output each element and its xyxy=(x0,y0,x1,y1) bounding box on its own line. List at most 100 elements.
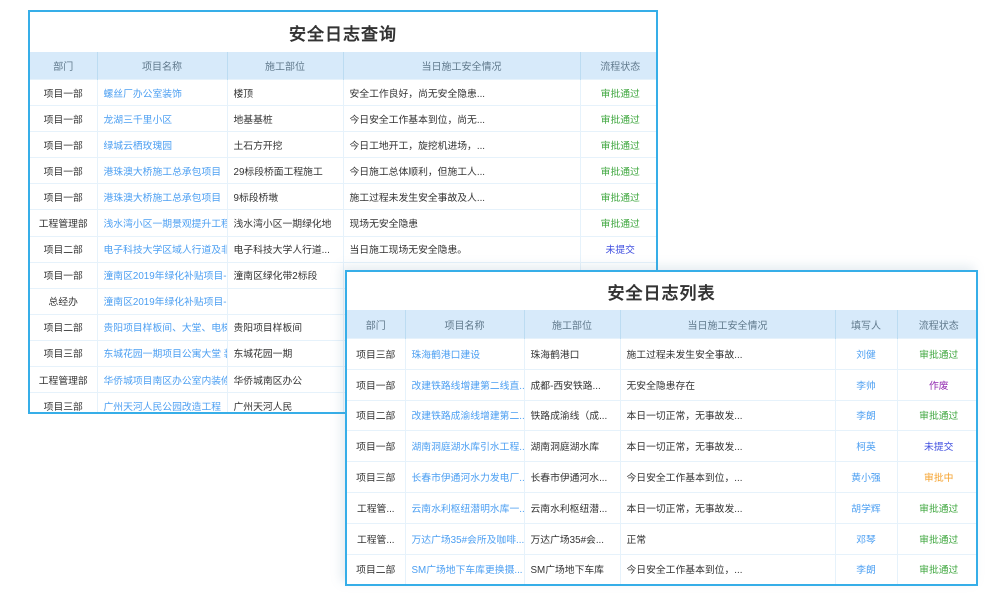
table-row: 项目一部湖南洞庭湖水库引水工程...湖南洞庭湖水库本日一切正常，无事故发...柯… xyxy=(347,431,978,462)
filler-name-link[interactable]: 邓琴 xyxy=(835,523,897,554)
table-row: 项目一部港珠澳大桥施工总承包项目29标段桥面工程施工今日施工总体顺利，但施工人.… xyxy=(30,158,658,184)
table-row: 工程管...云南水利枢纽潜明水库一...云南水利枢纽潜...本日一切正常，无事故… xyxy=(347,492,978,523)
table-cell: 珠海鹤港口 xyxy=(524,339,620,370)
table-cell: 项目一部 xyxy=(347,369,405,400)
table-cell: 项目三部 xyxy=(30,340,97,366)
table-cell: 项目二部 xyxy=(347,400,405,431)
status-text: 未提交 xyxy=(580,236,658,262)
project-link[interactable]: 万达广场35#会所及咖啡... xyxy=(405,523,524,554)
column-header: 施工部位 xyxy=(524,310,620,339)
table-cell: 总经办 xyxy=(30,288,97,314)
table-cell: 潼南区绿化带2标段 xyxy=(227,262,343,288)
table-cell: 项目一部 xyxy=(30,184,97,210)
table-cell: 东城花园一期 xyxy=(227,340,343,366)
filler-name-link[interactable]: 刘健 xyxy=(835,339,897,370)
status-text: 审批通过 xyxy=(897,400,978,431)
column-header: 项目名称 xyxy=(405,310,524,339)
status-text: 审批通过 xyxy=(580,132,658,158)
query-panel-title: 安全日志查询 xyxy=(30,12,656,52)
column-header: 流程状态 xyxy=(580,52,658,80)
table-cell: 今日安全工作基本到位，... xyxy=(620,554,835,584)
column-header: 当日施工安全情况 xyxy=(620,310,835,339)
project-link[interactable]: 浅水湾小区一期景观提升工程 xyxy=(97,210,227,236)
table-cell: 本日一切正常，无事故发... xyxy=(620,400,835,431)
table-cell: 项目一部 xyxy=(30,262,97,288)
column-header: 流程状态 xyxy=(897,310,978,339)
table-cell: 项目三部 xyxy=(347,339,405,370)
status-text: 作废 xyxy=(897,369,978,400)
filler-name-link[interactable]: 柯英 xyxy=(835,431,897,462)
safety-log-list-panel: 安全日志列表 部门项目名称施工部位当日施工安全情况填写人流程状态项目三部珠海鹤港… xyxy=(345,270,978,586)
list-table: 部门项目名称施工部位当日施工安全情况填写人流程状态项目三部珠海鹤港口建设珠海鹤港… xyxy=(347,310,978,584)
table-row: 项目三部长春市伊通河水力发电厂...长春市伊通河水...今日安全工作基本到位，.… xyxy=(347,462,978,493)
project-link[interactable]: 龙湖三千里小区 xyxy=(97,106,227,132)
column-header: 部门 xyxy=(30,52,97,80)
table-cell: 项目二部 xyxy=(30,314,97,340)
table-cell: 浅水湾小区一期绿化地 xyxy=(227,210,343,236)
table-cell: 工程管理部 xyxy=(30,210,97,236)
table-cell: 无安全隐患存在 xyxy=(620,369,835,400)
table-cell: 今日安全工作基本到位，... xyxy=(620,462,835,493)
table-cell: 今日工地开工，旋挖机进场，... xyxy=(343,132,580,158)
status-text: 审批通过 xyxy=(580,80,658,106)
table-cell: 29标段桥面工程施工 xyxy=(227,158,343,184)
table-cell: 长春市伊通河水... xyxy=(524,462,620,493)
project-link[interactable]: 贵阳项目样板间、大堂、电梯 xyxy=(97,314,227,340)
table-cell: 华侨城南区办公 xyxy=(227,367,343,393)
project-link[interactable]: 改建铁路线增建第二线直... xyxy=(405,369,524,400)
filler-name-link[interactable]: 胡学辉 xyxy=(835,492,897,523)
status-text: 审批通过 xyxy=(897,523,978,554)
project-link[interactable]: 电子科技大学区域人行道及非 xyxy=(97,236,227,262)
project-link[interactable]: 珠海鹤港口建设 xyxy=(405,339,524,370)
table-cell: 正常 xyxy=(620,523,835,554)
table-cell: 今日安全工作基本到位，尚无... xyxy=(343,106,580,132)
project-link[interactable]: 长春市伊通河水力发电厂... xyxy=(405,462,524,493)
status-text: 审批通过 xyxy=(580,210,658,236)
project-link[interactable]: SM广场地下车库更换摄... xyxy=(405,554,524,584)
project-link[interactable]: 东城花园一期项目公寓大堂 装 xyxy=(97,340,227,366)
project-link[interactable]: 潼南区2019年绿化补贴项目-... xyxy=(97,262,227,288)
filler-name-link[interactable]: 李朗 xyxy=(835,400,897,431)
table-row: 项目三部珠海鹤港口建设珠海鹤港口施工过程未发生安全事故...刘健审批通过 xyxy=(347,339,978,370)
project-link[interactable]: 港珠澳大桥施工总承包项目 xyxy=(97,184,227,210)
table-cell: 当日施工现场无安全隐患。 xyxy=(343,236,580,262)
table-cell: 万达广场35#会... xyxy=(524,523,620,554)
project-link[interactable]: 绿城云栖玫瑰园 xyxy=(97,132,227,158)
table-cell: 项目一部 xyxy=(347,431,405,462)
table-row: 工程管...万达广场35#会所及咖啡...万达广场35#会...正常邓琴审批通过 xyxy=(347,523,978,554)
table-cell: 项目一部 xyxy=(30,158,97,184)
table-cell: 本日一切正常，无事故发... xyxy=(620,492,835,523)
filler-name-link[interactable]: 黄小强 xyxy=(835,462,897,493)
table-cell: SM广场地下车库 xyxy=(524,554,620,584)
table-cell: 广州天河人民 xyxy=(227,393,343,414)
project-link[interactable]: 湖南洞庭湖水库引水工程... xyxy=(405,431,524,462)
project-link[interactable]: 改建铁路成渝线增建第二... xyxy=(405,400,524,431)
project-link[interactable]: 云南水利枢纽潜明水库一... xyxy=(405,492,524,523)
table-row: 项目一部龙湖三千里小区地基基桩今日安全工作基本到位，尚无...审批通过 xyxy=(30,106,658,132)
table-cell: 贵阳项目样板间 xyxy=(227,314,343,340)
column-header: 当日施工安全情况 xyxy=(343,52,580,80)
status-text: 审批通过 xyxy=(580,158,658,184)
project-link[interactable]: 华侨城项目南区办公室内装修 xyxy=(97,367,227,393)
filler-name-link[interactable]: 李帅 xyxy=(835,369,897,400)
status-text: 审批通过 xyxy=(897,339,978,370)
table-cell: 土石方开挖 xyxy=(227,132,343,158)
table-cell: 9标段桥墩 xyxy=(227,184,343,210)
status-text: 审批中 xyxy=(897,462,978,493)
table-row: 工程管理部浅水湾小区一期景观提升工程浅水湾小区一期绿化地现场无安全隐患审批通过 xyxy=(30,210,658,236)
project-link[interactable]: 潼南区2019年绿化补贴项目-... xyxy=(97,288,227,314)
status-text: 审批通过 xyxy=(897,554,978,584)
filler-name-link[interactable]: 李朗 xyxy=(835,554,897,584)
table-row: 项目一部港珠澳大桥施工总承包项目9标段桥墩施工过程未发生安全事故及人...审批通… xyxy=(30,184,658,210)
project-link[interactable]: 广州天河人民公园改造工程 xyxy=(97,393,227,414)
project-link[interactable]: 港珠澳大桥施工总承包项目 xyxy=(97,158,227,184)
project-link[interactable]: 螺丝厂办公室装饰 xyxy=(97,80,227,106)
table-cell: 工程管理部 xyxy=(30,367,97,393)
table-cell: 湖南洞庭湖水库 xyxy=(524,431,620,462)
table-cell: 今日施工总体顺利，但施工人... xyxy=(343,158,580,184)
table-row: 项目二部改建铁路成渝线增建第二...铁路成渝线（成...本日一切正常，无事故发.… xyxy=(347,400,978,431)
table-cell: 项目三部 xyxy=(30,393,97,414)
table-cell: 项目二部 xyxy=(30,236,97,262)
table-row: 项目一部改建铁路线增建第二线直...成都-西安铁路...无安全隐患存在李帅作废 xyxy=(347,369,978,400)
table-cell xyxy=(227,288,343,314)
